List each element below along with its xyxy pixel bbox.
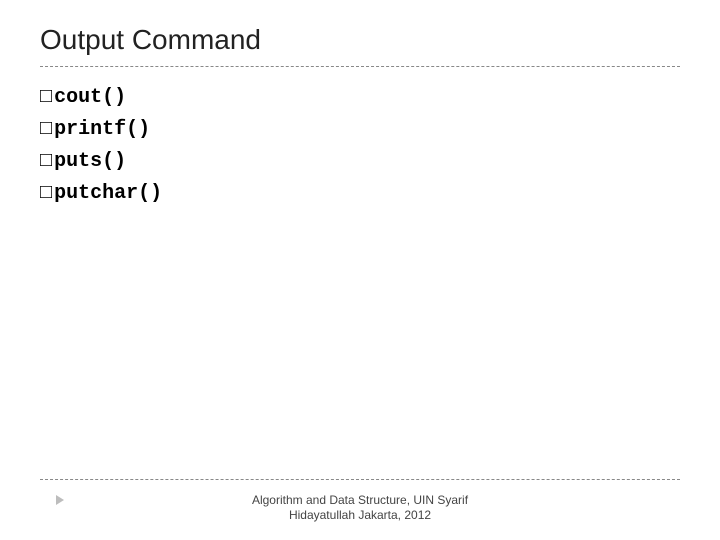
footer-divider <box>40 479 680 480</box>
list-item: putchar() <box>40 177 680 209</box>
footer: Algorithm and Data Structure, UIN Syarif… <box>0 493 720 524</box>
slide-title: Output Command <box>40 24 680 67</box>
list-item: printf() <box>40 113 680 145</box>
bullet-list: cout() printf() puts() putchar() <box>40 81 680 209</box>
list-item: puts() <box>40 145 680 177</box>
arrow-icon <box>56 495 64 505</box>
list-item: cout() <box>40 81 680 113</box>
footer-text-line1: Algorithm and Data Structure, UIN Syarif <box>0 493 720 509</box>
footer-text-line2: Hidayatullah Jakarta, 2012 <box>0 508 720 524</box>
slide: Output Command cout() printf() puts() pu… <box>0 0 720 540</box>
